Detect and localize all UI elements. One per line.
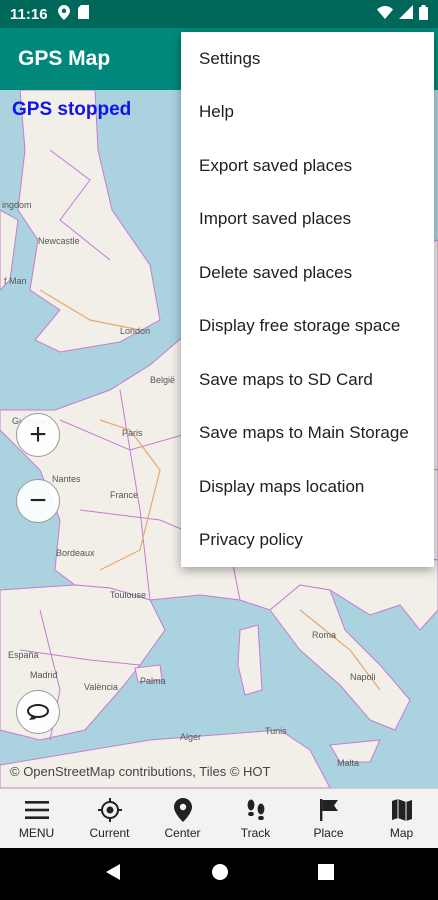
zoom-in-icon: + [29,418,47,451]
map-label-paris: Paris [122,428,143,438]
battery-icon [419,4,428,24]
zoom-out-icon: − [29,484,47,517]
map-label-malta: Malta [337,758,360,768]
nav-map[interactable]: Map [365,789,438,848]
rotate-icon [27,704,49,720]
overflow-menu: Settings Help Export saved places Import… [181,32,434,567]
menu-item-display-maps-location[interactable]: Display maps location [181,460,434,514]
rotate-map-button[interactable] [16,690,60,734]
map-label-espana: España [8,650,39,660]
bottom-nav: MENU Current Center Track Place Map [0,788,438,848]
menu-item-help[interactable]: Help [181,86,434,140]
menu-item-import-saved-places[interactable]: Import saved places [181,193,434,247]
pin-icon [173,797,192,823]
map-label-alger: Alger [180,732,202,742]
nav-menu-label: MENU [18,826,55,840]
signal-icon [399,5,413,23]
map-label-madrid: Madrid [30,670,58,680]
nav-map-label: Map [389,826,414,840]
map-label-valencia: València [84,682,118,692]
zoom-out-button[interactable]: − [16,479,60,523]
menu-item-settings[interactable]: Settings [181,32,434,86]
map-label-napoli: Napoli [350,672,376,682]
menu-item-delete-saved-places[interactable]: Delete saved places [181,246,434,300]
map-label-kingdom: ingdom [2,200,32,210]
nav-place-label: Place [313,826,344,840]
crosshair-icon [97,797,123,823]
map-label-newcastle: Newcastle [38,236,80,246]
nav-menu[interactable]: MENU [0,789,73,848]
nav-center-label: Center [164,826,201,840]
zoom-in-button[interactable]: + [16,413,60,457]
status-time: 11:16 [10,5,48,23]
map-label-france: France [110,490,139,500]
map-label-bordeaux: Bordeaux [56,548,95,558]
map-label-toulouse: Toulouse [110,590,147,600]
menu-item-save-maps-main-storage[interactable]: Save maps to Main Storage [181,407,434,461]
map-label-roma: Roma [312,630,337,640]
map-label-tunis: Tunis [265,726,287,736]
menu-item-export-saved-places[interactable]: Export saved places [181,139,434,193]
nav-current-label: Current [89,826,130,840]
hamburger-icon [24,797,49,823]
menu-item-display-free-storage[interactable]: Display free storage space [181,300,434,354]
map-label-nantes: Nantes [52,474,81,484]
home-icon[interactable] [211,863,229,886]
flag-icon [319,797,339,823]
map-attribution[interactable]: © OpenStreetMap contributions, Tiles © H… [10,764,270,779]
gps-status-label: GPS stopped [12,99,132,120]
back-icon[interactable] [104,863,122,886]
map-icon [391,797,413,823]
nav-center[interactable]: Center [146,789,219,848]
menu-item-save-maps-sd-card[interactable]: Save maps to SD Card [181,353,434,407]
map-label-london: London [120,326,151,336]
status-right-icons [377,4,428,24]
nav-place[interactable]: Place [292,789,365,848]
nav-current[interactable]: Current [73,789,146,848]
wifi-icon [377,5,393,23]
sd-card-icon [77,5,89,23]
footsteps-icon [244,797,268,823]
map-label-belgie: België [150,375,176,385]
map-label-palma: Palma [140,676,166,686]
map-label-isle-of-man: f Man [4,276,27,286]
status-bar: 11:16 [0,0,438,28]
app-title: GPS Map [18,47,111,70]
nav-track-label: Track [240,826,271,840]
screen: 11:16 GPS Map ingdom Newcastle f Man Lon… [0,0,438,900]
recents-icon[interactable] [317,863,334,885]
nav-track[interactable]: Track [219,789,292,848]
location-icon [57,4,70,24]
system-nav-bar [0,848,438,900]
menu-item-privacy-policy[interactable]: Privacy policy [181,514,434,568]
